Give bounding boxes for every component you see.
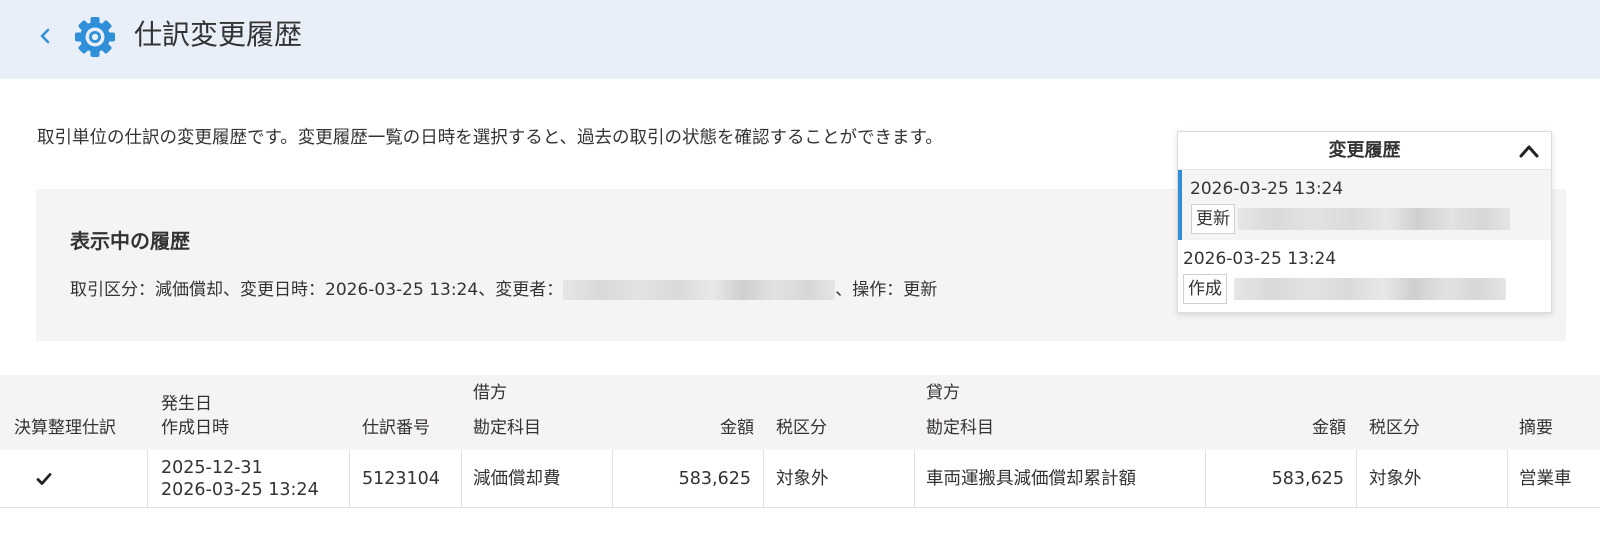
current-history-heading: 表示中の履歴 (70, 229, 190, 253)
history-item-operation-badge: 作成 (1183, 274, 1227, 304)
cell-occurrence-date: 2025-12-31 (161, 457, 263, 478)
table-header: 決算整理仕訳 発生日 作成日時 仕訳番号 借方 勘定科目 金額 税区分 貸方 勘… (0, 375, 1600, 450)
cell-adjusting (0, 450, 148, 507)
cell-debit-amount: 583,625 (613, 450, 764, 507)
page-header: 仕訳変更履歴 (0, 0, 1600, 79)
table-row[interactable]: 2025-12-31 2026-03-25 13:24 5123104 減価償却… (0, 450, 1600, 508)
col-header-occurrence-date: 発生日 (161, 394, 212, 414)
col-header-credit-amount: 金額 (1312, 418, 1346, 438)
col-header-credit-account: 勘定科目 (926, 418, 994, 438)
col-header-credit-tax: 税区分 (1369, 418, 1420, 438)
journal-table: 決算整理仕訳 発生日 作成日時 仕訳番号 借方 勘定科目 金額 税区分 貸方 勘… (0, 375, 1600, 508)
gear-icon (75, 17, 115, 57)
col-group-debit: 借方 (473, 383, 507, 403)
current-history-suffix: 、操作：更新 (835, 280, 938, 300)
cell-credit-tax: 対象外 (1357, 450, 1508, 507)
history-item[interactable]: 2026-03-25 13:24 作成 (1178, 240, 1551, 310)
chevron-up-icon[interactable] (1517, 141, 1541, 161)
col-header-debit-amount: 金額 (720, 418, 754, 438)
col-header-adjusting: 決算整理仕訳 (14, 418, 116, 438)
redacted-user-name (1234, 278, 1506, 300)
col-header-created-at: 作成日時 (161, 418, 229, 438)
history-list-title: 変更履歴 (1328, 140, 1401, 161)
history-item-date: 2026-03-25 13:24 (1190, 179, 1344, 199)
page-title: 仕訳変更履歴 (134, 18, 303, 51)
cell-entry-no: 5123104 (350, 450, 462, 507)
cell-debit-tax: 対象外 (764, 450, 915, 507)
cell-credit-amount: 583,625 (1206, 450, 1357, 507)
history-list-panel: 変更履歴 2026-03-25 13:24 更新 2026-03-25 13:2… (1177, 131, 1552, 313)
cell-credit-account: 車両運搬具減価償却累計額 (915, 450, 1206, 507)
col-group-credit: 貸方 (926, 383, 960, 403)
history-item[interactable]: 2026-03-25 13:24 更新 (1178, 170, 1551, 240)
page-description: 取引単位の仕訳の変更履歴です。変更履歴一覧の日時を選択すると、過去の取引の状態を… (37, 128, 943, 148)
cell-debit-account: 減価償却費 (462, 450, 613, 507)
current-history-info: 取引区分：減価償却、変更日時：2026-03-25 13:24、変更者： 、操作… (70, 277, 937, 303)
check-icon (36, 472, 52, 485)
col-header-debit-account: 勘定科目 (473, 418, 541, 438)
chevron-left-icon[interactable] (34, 24, 56, 48)
col-header-memo: 摘要 (1519, 418, 1553, 438)
col-header-entry-no: 仕訳番号 (362, 418, 430, 438)
redacted-user-name (563, 280, 836, 300)
current-history-prefix: 取引区分：減価償却、変更日時：2026-03-25 13:24、変更者： (70, 280, 564, 300)
cell-memo: 営業車 (1519, 468, 1572, 489)
redacted-user-name (1238, 208, 1510, 230)
history-item-operation-badge: 更新 (1191, 204, 1235, 234)
history-item-date: 2026-03-25 13:24 (1183, 249, 1337, 269)
history-list-header[interactable]: 変更履歴 (1178, 132, 1551, 170)
cell-created-at: 2026-03-25 13:24 (161, 479, 319, 500)
col-header-debit-tax: 税区分 (776, 418, 827, 438)
cell-dates: 2025-12-31 2026-03-25 13:24 (148, 450, 350, 507)
